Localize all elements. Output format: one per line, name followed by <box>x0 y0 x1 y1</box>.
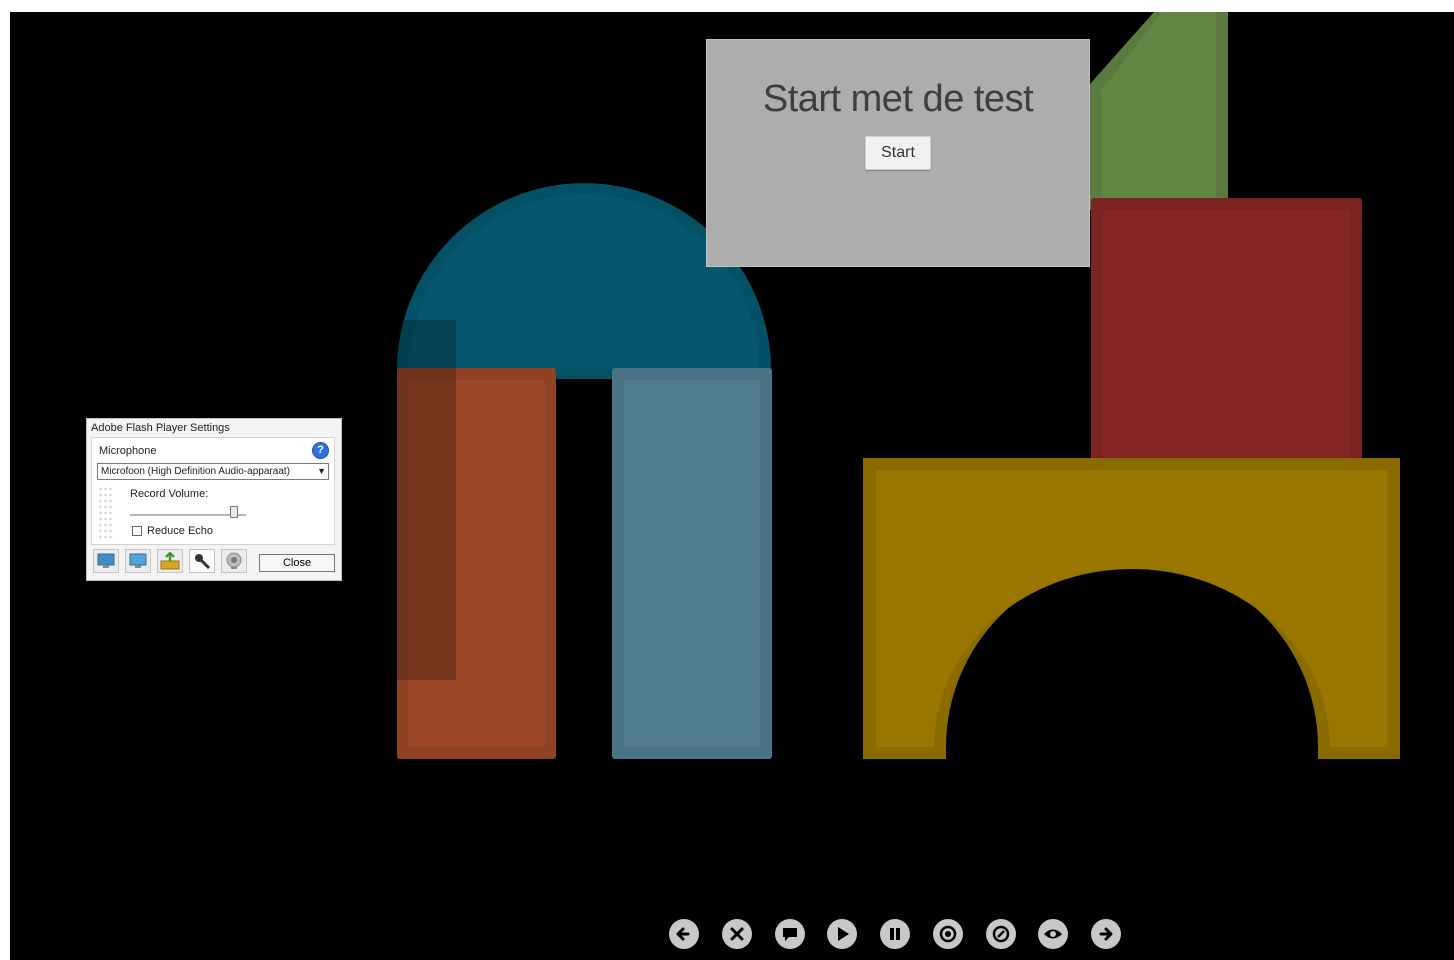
help-icon[interactable]: ? <box>312 442 329 459</box>
pause-icon <box>890 928 900 940</box>
tab-local-storage[interactable] <box>157 549 183 573</box>
microphone-section-label: Microphone <box>99 445 157 457</box>
tab-camera[interactable] <box>221 549 247 573</box>
play-button[interactable] <box>827 919 857 949</box>
camera-icon <box>226 552 242 569</box>
record-volume-slider[interactable] <box>130 506 246 522</box>
arrow-right-icon <box>1099 927 1113 941</box>
flash-settings-title: Adobe Flash Player Settings <box>91 422 230 434</box>
reduce-echo-label: Reduce Echo <box>147 525 214 537</box>
microphone-select[interactable]: Microfoon (High Definition Audio-apparaa… <box>97 463 329 480</box>
close-x-icon <box>730 927 744 941</box>
red-square-inner <box>1103 210 1350 460</box>
activity-level-meter <box>98 486 112 542</box>
replay-icon <box>992 925 1010 943</box>
start-button[interactable]: Start <box>865 136 931 170</box>
comment-button[interactable] <box>775 919 805 949</box>
flash-settings-panel: Adobe Flash Player Settings Microphone ?… <box>86 418 342 581</box>
tab-display[interactable] <box>125 549 151 573</box>
arrow-left-icon <box>676 927 690 941</box>
forward-button[interactable] <box>1091 919 1121 949</box>
slider-thumb[interactable] <box>230 506 239 518</box>
pause-button[interactable] <box>880 919 910 949</box>
green-triangle-inner <box>1102 12 1216 198</box>
record-button[interactable] <box>933 919 963 949</box>
replay-button[interactable] <box>986 919 1016 949</box>
exit-button[interactable] <box>722 919 752 949</box>
tab-privacy[interactable] <box>93 549 119 573</box>
record-icon <box>939 925 957 943</box>
dropdown-arrow-icon: ▼ <box>317 466 326 476</box>
view-button[interactable] <box>1038 919 1068 949</box>
tab-microphone[interactable] <box>189 549 215 573</box>
reduce-echo-option[interactable]: Reduce Echo <box>132 525 213 537</box>
microphone-select-value: Microfoon (High Definition Audio-apparaa… <box>101 466 290 477</box>
microphone-icon <box>195 554 211 570</box>
translucent-overlay-block <box>397 320 456 680</box>
eye-icon <box>1044 929 1062 939</box>
player-toolbar <box>10 919 1454 951</box>
reduce-echo-checkbox[interactable] <box>132 526 142 536</box>
local-storage-icon <box>160 552 180 570</box>
record-volume-label: Record Volume: <box>130 488 209 500</box>
start-dialog: Start met de test Start <box>706 39 1090 267</box>
display-monitor-icon <box>129 553 147 568</box>
comment-icon <box>783 928 797 941</box>
microphone-settings-pane: Microphone ? Microfoon (High Definition … <box>91 437 335 545</box>
steel-pillar-inner <box>624 380 760 747</box>
flash-settings-tabs <box>93 549 253 573</box>
start-dialog-title: Start met de test <box>762 78 1034 120</box>
back-button[interactable] <box>669 919 699 949</box>
slider-track <box>130 514 246 516</box>
gold-bridge-inner <box>876 470 1387 747</box>
privacy-monitor-icon <box>97 553 115 568</box>
play-icon <box>838 927 849 941</box>
close-button[interactable]: Close <box>259 554 335 572</box>
